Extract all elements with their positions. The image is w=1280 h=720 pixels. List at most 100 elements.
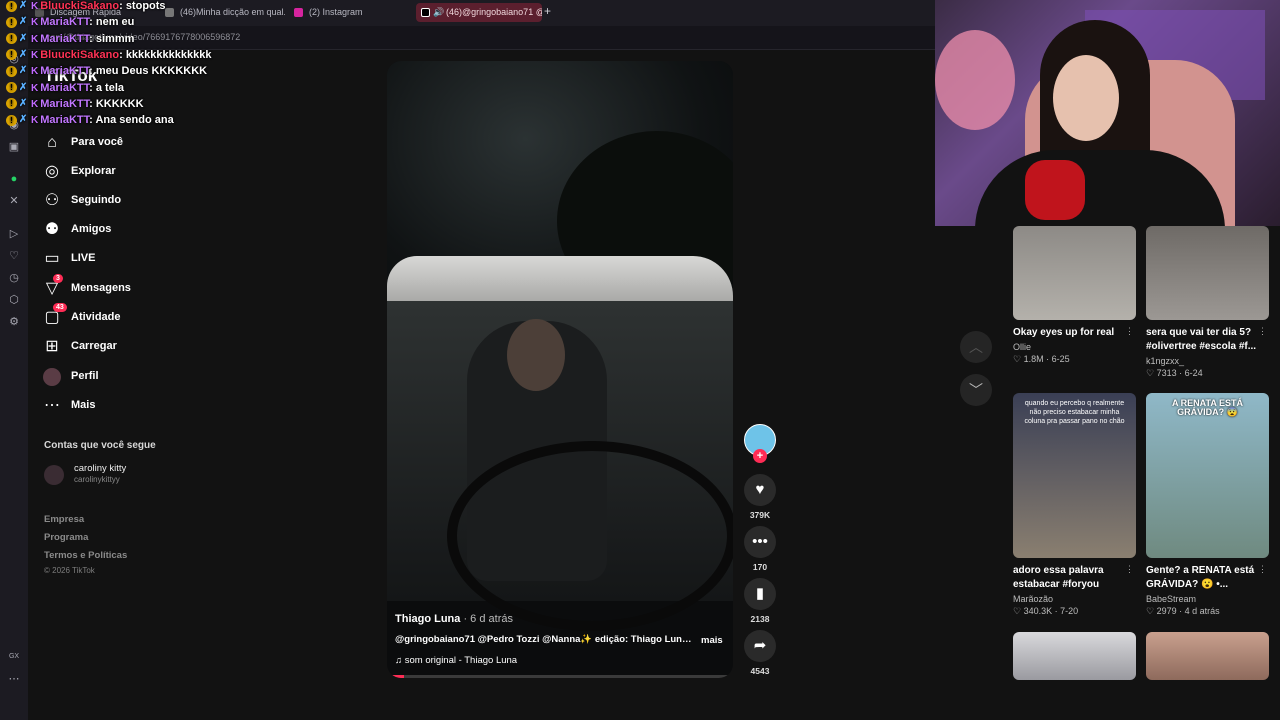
like-button[interactable]: ♥ 379K: [744, 474, 776, 520]
previous-video-button[interactable]: ︿: [960, 331, 992, 363]
video-title[interactable]: sera que vai ter dia 5? #olivertree #esc…: [1146, 326, 1269, 354]
video-author[interactable]: BabeStream: [1146, 594, 1269, 604]
recommended-video[interactable]: quando eu percebo q realmente não precis…: [1013, 393, 1136, 617]
chat-text: : nem eu: [89, 16, 135, 29]
recommended-video[interactable]: [1013, 632, 1136, 680]
next-video-button[interactable]: ﹀: [960, 374, 992, 406]
video-thumbnail[interactable]: [1146, 632, 1269, 680]
footer-termos[interactable]: Termos e Políticas: [44, 550, 127, 561]
more-button[interactable]: mais: [701, 635, 723, 646]
tab-instagram[interactable]: (2) Instagram: [289, 3, 411, 22]
new-tab-button[interactable]: +: [544, 4, 551, 18]
heart-icon[interactable]: ♡: [7, 249, 21, 263]
video-author[interactable]: k1ngzxx_: [1146, 356, 1269, 366]
footer-programa[interactable]: Programa: [44, 532, 88, 543]
recommended-video[interactable]: Okay eyes up for real ⋮ Ollie ♡ 1.8M · 6…: [1013, 226, 1136, 365]
chat-message: ! ✗ K MariaKTT: KKKKKK: [6, 98, 144, 114]
k-badge-icon: K: [31, 1, 39, 12]
chat-username: MariaKTT: [40, 16, 90, 29]
chat-text: : meu Deus KKKKKKK: [89, 65, 208, 78]
video-stats: ♡ 7313 · 6-24: [1146, 368, 1203, 378]
video-title[interactable]: adoro essa palavra estabacar #foryou: [1013, 564, 1136, 592]
thumbnail-caption: A RENATA ESTÁ GRÁVIDA? 😨: [1172, 398, 1243, 417]
webcam-person: [1025, 160, 1085, 220]
video-player[interactable]: Thiago Luna · 6 d atrás @gringobaiano71 …: [387, 61, 733, 678]
nav-mensagens[interactable]: ▽ 3 Mensagens: [43, 274, 193, 302]
save-button[interactable]: ▮ 2138: [744, 578, 776, 624]
video-thumbnail[interactable]: [1013, 632, 1136, 680]
video-author[interactable]: Ollie: [1013, 342, 1136, 352]
badge-icon: !: [6, 82, 17, 94]
nav-label: Amigos: [71, 223, 112, 235]
share-count: 4543: [750, 666, 770, 676]
settings-icon[interactable]: ⚙: [7, 315, 21, 329]
account-handle: carolinykittyy: [74, 475, 120, 484]
k-badge-icon: K: [31, 82, 39, 94]
sword-badge-icon: ✗: [19, 48, 28, 60]
nav-explorar[interactable]: ◎ Explorar: [43, 161, 193, 185]
messages-badge: 3: [53, 274, 63, 283]
thumbnail-caption: quando eu percebo q realmente não precis…: [1024, 400, 1125, 425]
follow-plus-icon[interactable]: +: [753, 449, 767, 463]
video-author[interactable]: Marãozão: [1013, 594, 1136, 604]
more-options-icon[interactable]: ⋮: [1258, 326, 1267, 337]
nav-amigos[interactable]: ⚉ Amigos: [43, 219, 193, 243]
post-time: · 6 d atrás: [460, 613, 513, 625]
player-icon[interactable]: ▷: [7, 227, 21, 241]
video-thumbnail[interactable]: [1146, 226, 1269, 320]
more-options-icon[interactable]: ⋮: [1125, 326, 1134, 337]
k-badge-icon: K: [31, 115, 39, 127]
following-icon: ⚇: [44, 192, 60, 209]
tab-tiktok-active[interactable]: 🔊 (46)@gringobaiano71 @...: [416, 3, 542, 22]
video-thumbnail[interactable]: quando eu percebo q realmente não precis…: [1013, 393, 1136, 558]
speaker-icon[interactable]: 🔊: [433, 3, 444, 22]
recommended-video[interactable]: [1146, 632, 1269, 680]
video-progress-bar[interactable]: [387, 675, 733, 678]
nav-label: Mensagens: [71, 282, 131, 294]
nav-live[interactable]: ▭ LIVE: [43, 248, 193, 272]
whatsapp-icon[interactable]: ●: [7, 172, 21, 186]
extensions-icon[interactable]: ⬡: [7, 293, 21, 307]
share-button[interactable]: ➦ 4543: [744, 630, 776, 676]
video-thumbnail[interactable]: A RENATA ESTÁ GRÁVIDA? 😨: [1146, 393, 1269, 558]
more-options-icon[interactable]: ⋮: [1258, 564, 1267, 575]
nav-seguindo[interactable]: ⚇ Seguindo: [43, 190, 193, 214]
video-title[interactable]: Okay eyes up for real: [1013, 326, 1136, 340]
nav-mais[interactable]: ⋯ Mais: [43, 395, 193, 419]
sword-badge-icon: ✗: [19, 65, 28, 77]
following-account[interactable]: caroliny kitty carolinykittyy: [44, 462, 194, 488]
x-icon[interactable]: ✕: [7, 194, 21, 208]
nav-perfil[interactable]: Perfil: [43, 366, 193, 390]
video-thumbnail[interactable]: [1013, 226, 1136, 320]
comment-button[interactable]: ••• 170: [744, 526, 776, 572]
account-name: caroliny kitty: [74, 463, 127, 474]
nav-para-voce[interactable]: ⌂ Para você: [43, 132, 193, 156]
tab-youtube[interactable]: (46)Minha dicção em qual...: [160, 3, 285, 22]
history-icon[interactable]: ◷: [7, 271, 21, 285]
video-frame: [507, 319, 565, 391]
heart-icon: ♡: [1013, 354, 1024, 364]
footer-empresa[interactable]: Empresa: [44, 514, 84, 525]
bookmark-icon: ▮: [744, 578, 776, 610]
more-icon[interactable]: ⋯: [7, 672, 21, 686]
webcam-background: [935, 30, 1015, 130]
nav-carregar[interactable]: ⊞ Carregar: [43, 336, 193, 360]
recommended-video[interactable]: sera que vai ter dia 5? #olivertree #esc…: [1146, 226, 1269, 379]
more-options-icon[interactable]: ⋮: [1125, 564, 1134, 575]
badge-icon: !: [6, 98, 17, 110]
video-title[interactable]: Gente? a RENATA está GRÁVIDA? 😮 •...: [1146, 564, 1269, 592]
author-name[interactable]: Thiago Luna: [395, 613, 460, 625]
k-badge-icon: K: [31, 98, 39, 110]
nav-atividade[interactable]: ▢ 43 Atividade: [43, 303, 193, 331]
music-info[interactable]: ♫ som original - Thiago Luna: [395, 655, 517, 666]
chat-message: ! ✗ K MariaKTT: a tela: [6, 82, 124, 98]
tiktok-favicon: [165, 8, 174, 17]
mail-icon[interactable]: ▣: [7, 140, 21, 154]
tab-label: (46)@gringobaiano71 @...: [446, 7, 542, 17]
address-bar[interactable]: com/@thiagotluna/video/76691767780065968…: [28, 26, 935, 50]
k-badge-icon: K: [31, 49, 39, 61]
webcam-person: [975, 150, 1225, 226]
video-author[interactable]: Thiago Luna · 6 d atrás: [395, 613, 513, 625]
heart-icon: ♥: [744, 474, 776, 506]
recommended-video[interactable]: A RENATA ESTÁ GRÁVIDA? 😨 Gente? a RENATA…: [1146, 393, 1269, 617]
